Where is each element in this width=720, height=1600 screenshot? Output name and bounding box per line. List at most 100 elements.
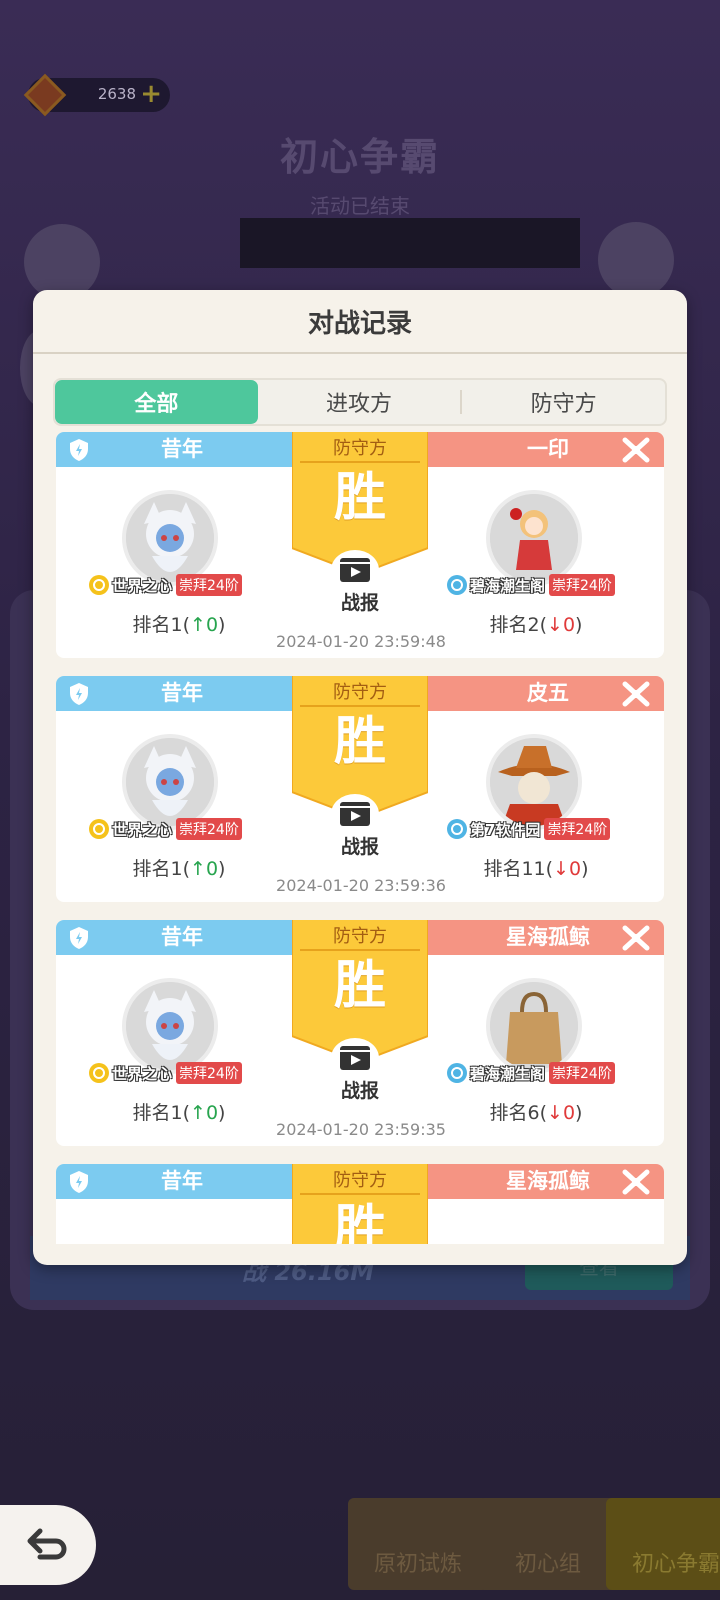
guild-emblem-icon bbox=[447, 1063, 467, 1083]
currency-amount: 2638 bbox=[97, 85, 136, 103]
cat-girl-avatar-icon bbox=[126, 494, 214, 582]
battle-report-button[interactable]: 战报 bbox=[292, 1076, 428, 1103]
replay-icon[interactable] bbox=[329, 1036, 381, 1080]
tab-primal-trial-label: 原初试炼 bbox=[373, 1552, 462, 1577]
back-arrow-icon bbox=[27, 1528, 67, 1560]
helmet-icon bbox=[24, 224, 100, 300]
battle-time: 2024-01-20 23:59:35 bbox=[276, 1120, 446, 1139]
battle-role: 防守方 bbox=[333, 926, 387, 947]
battle-record-card: 昔年 皮五 防守方 胜 战报 世界之心 崇拜24阶 第7软件园 崇拜24阶 排名… bbox=[56, 676, 664, 902]
left-player-header: 昔年 bbox=[56, 1164, 292, 1199]
guild-emblem-icon bbox=[447, 819, 467, 839]
left-rank-text: 排名1 bbox=[132, 1102, 183, 1124]
battle-role: 防守方 bbox=[333, 682, 387, 703]
left-tier-badge: 崇拜24阶 bbox=[176, 1062, 242, 1084]
crossed-swords-icon bbox=[622, 925, 650, 951]
right-player-name: 星海孤鲸 bbox=[506, 925, 590, 949]
left-tier-badge: 崇拜24阶 bbox=[176, 818, 242, 840]
left-player-avatar bbox=[122, 490, 218, 586]
left-rank-text: 排名1 bbox=[132, 614, 183, 636]
back-button[interactable] bbox=[0, 1505, 96, 1585]
battle-role: 防守方 bbox=[333, 438, 387, 459]
tab-beginner-group-label: 初心组 bbox=[514, 1552, 581, 1577]
battle-report-button[interactable]: 战报 bbox=[292, 588, 428, 615]
battle-record-card: 昔年 星海孤鲸 防守方 胜 bbox=[56, 1164, 664, 1244]
right-rank: 排名2(↓0) bbox=[489, 614, 583, 636]
tab-beginner-contest: 初心争霸 bbox=[606, 1498, 720, 1590]
crossed-swords-icon bbox=[622, 681, 650, 707]
right-tier-badge: 崇拜24阶 bbox=[549, 574, 615, 596]
tab-defender[interactable]: 防守方 bbox=[462, 380, 665, 424]
tab-beginner-contest-label: 初心争霸 bbox=[631, 1552, 720, 1577]
right-tier-badge: 崇拜24阶 bbox=[544, 818, 611, 840]
left-rank: 排名1(↑0) bbox=[132, 858, 226, 880]
event-subtitle: 活动已结束 bbox=[310, 194, 410, 218]
gem-icon bbox=[23, 73, 67, 117]
right-player-header: 一印 bbox=[428, 432, 664, 467]
left-player-name: 昔年 bbox=[161, 681, 203, 705]
right-rank-delta: ↓0 bbox=[547, 1102, 576, 1124]
left-player-name: 昔年 bbox=[161, 437, 203, 461]
right-player-header: 皮五 bbox=[428, 676, 664, 711]
left-guild-name: 世界之心 bbox=[112, 576, 173, 595]
right-rank-text: 排名2 bbox=[489, 614, 540, 636]
right-player-avatar bbox=[486, 490, 582, 586]
left-player-avatar bbox=[122, 978, 218, 1074]
tab-attacker[interactable]: 进攻方 bbox=[258, 380, 461, 424]
crossed-swords-icon bbox=[622, 1169, 650, 1195]
guild-emblem-icon bbox=[89, 819, 109, 839]
left-player-avatar bbox=[122, 734, 218, 830]
replay-icon[interactable] bbox=[329, 548, 381, 592]
right-player-name: 皮五 bbox=[527, 681, 569, 705]
left-rank-delta: ↑0 bbox=[190, 858, 219, 880]
shield-icon bbox=[70, 927, 88, 949]
cat-girl-avatar-icon bbox=[126, 738, 214, 826]
event-title: 初心争霸 bbox=[279, 135, 440, 179]
guild-emblem-icon bbox=[447, 575, 467, 595]
cowboy-avatar-icon bbox=[490, 738, 578, 826]
battle-time: 2024-01-20 23:59:48 bbox=[276, 632, 446, 651]
left-tier-badge: 崇拜24阶 bbox=[176, 574, 242, 596]
ranking-icon bbox=[598, 222, 674, 298]
modal-title: 对战记录 bbox=[33, 290, 687, 354]
battle-record-modal: 对战记录 全部 进攻方 防守方 昔年 一印 防守方 胜 战报 世界之心 崇拜24… bbox=[33, 290, 687, 1265]
right-player-header: 星海孤鲸 bbox=[428, 1164, 664, 1199]
right-tier-badge: 崇拜24阶 bbox=[549, 1062, 615, 1084]
right-player-header: 星海孤鲸 bbox=[428, 920, 664, 955]
left-guild-name: 世界之心 bbox=[112, 820, 173, 839]
battle-result: 胜 bbox=[333, 956, 386, 1016]
left-guild-info: 世界之心 崇拜24阶 bbox=[88, 817, 242, 841]
shield-icon bbox=[70, 439, 88, 461]
left-guild-info: 世界之心 崇拜24阶 bbox=[88, 1061, 242, 1085]
replay-icon[interactable] bbox=[329, 792, 381, 836]
left-guild-name: 世界之心 bbox=[112, 1064, 173, 1083]
battle-report-button[interactable]: 战报 bbox=[292, 832, 428, 859]
left-player-name: 昔年 bbox=[161, 1169, 203, 1193]
right-player-avatar bbox=[486, 734, 582, 830]
crossed-swords-icon bbox=[622, 437, 650, 463]
left-guild-info: 世界之心 崇拜24阶 bbox=[88, 573, 242, 597]
right-guild-name: 碧海潮生阁 bbox=[470, 576, 546, 595]
battle-result: 胜 bbox=[333, 468, 386, 528]
left-rank-text: 排名1 bbox=[132, 858, 183, 880]
right-guild-name: 碧海潮生阁 bbox=[470, 1064, 546, 1083]
left-player-header: 昔年 bbox=[56, 432, 292, 467]
tab-beginner-group: 初心组 bbox=[478, 1498, 618, 1590]
tab-all[interactable]: 全部 bbox=[55, 380, 258, 424]
tab-primal-trial: 原初试炼 bbox=[348, 1498, 488, 1590]
right-guild-info: 碧海潮生阁 崇拜24阶 bbox=[446, 1061, 615, 1085]
right-player-avatar bbox=[486, 978, 582, 1074]
right-rank-delta: ↓0 bbox=[547, 614, 576, 636]
battle-role: 防守方 bbox=[333, 1170, 387, 1191]
battle-record-list[interactable]: 昔年 一印 防守方 胜 战报 世界之心 崇拜24阶 碧海潮生阁 崇拜24阶 排名… bbox=[56, 432, 664, 1244]
right-player-name: 星海孤鲸 bbox=[506, 1169, 590, 1193]
right-guild-name: 第7软件园 bbox=[470, 820, 541, 839]
battle-record-card: 昔年 星海孤鲸 防守方 胜 战报 世界之心 崇拜24阶 碧海潮生阁 崇拜24阶 … bbox=[56, 920, 664, 1146]
guild-emblem-icon bbox=[89, 575, 109, 595]
filter-tabs: 全部 进攻方 防守方 bbox=[53, 378, 667, 426]
right-guild-info: 碧海潮生阁 崇拜24阶 bbox=[446, 573, 615, 597]
left-rank-delta: ↑0 bbox=[190, 614, 219, 636]
right-rank-text: 排名6 bbox=[489, 1102, 540, 1124]
currency-display: 2638 + bbox=[23, 73, 170, 117]
left-rank: 排名1(↑0) bbox=[132, 1102, 226, 1124]
